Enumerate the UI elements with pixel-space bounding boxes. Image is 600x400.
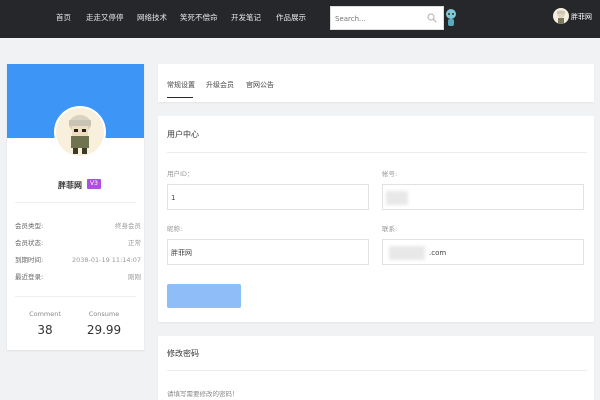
- top-user-name[interactable]: 胖菲网: [571, 12, 592, 22]
- tab-announcements[interactable]: 官网公告: [246, 80, 274, 90]
- info-value: 2038-01-19 11:14:07: [71, 256, 141, 264]
- search-icon[interactable]: [427, 13, 437, 23]
- info-row-member-type: 会员类型: 终身会员: [15, 220, 141, 232]
- redacted-value: [386, 191, 408, 205]
- nav-home[interactable]: 首页: [56, 12, 71, 24]
- info-key: 会员类型:: [15, 222, 44, 230]
- tabs-panel: 常规设置 升级会员 官网公告: [158, 64, 594, 102]
- info-key: 到期时间:: [15, 256, 44, 264]
- account-label: 帐号:: [382, 170, 398, 178]
- tab-upgrade-membership[interactable]: 升级会员: [206, 80, 234, 90]
- change-password-title: 修改密码: [167, 349, 199, 358]
- avatar-icon: [557, 10, 565, 24]
- profile-avatar: [54, 106, 106, 158]
- contact-value: .com: [429, 249, 447, 257]
- info-value: 正常: [128, 239, 141, 247]
- nav-portfolio[interactable]: 作品展示: [276, 12, 306, 24]
- uid-label: 用户ID：: [167, 170, 194, 178]
- nav-travel[interactable]: 走走又停停: [86, 12, 124, 24]
- nickname-label: 昵称:: [167, 225, 183, 233]
- avatar-icon: [69, 115, 91, 154]
- mascot-icon: [446, 9, 456, 26]
- divider: [167, 152, 587, 153]
- redacted-value: [389, 246, 425, 260]
- stat-label: Consume: [88, 310, 120, 318]
- search-box: [330, 6, 444, 30]
- nickname-field[interactable]: 胖菲网: [167, 239, 369, 265]
- divider: [167, 370, 587, 371]
- info-value: 刚刚: [128, 273, 141, 281]
- info-row-last-login: 最近登录: 刚刚: [15, 271, 141, 283]
- stat-comment: Comment 38: [15, 309, 75, 338]
- save-button[interactable]: [167, 284, 241, 308]
- info-row-member-status: 会员状态: 正常: [15, 237, 141, 249]
- nav-jokes[interactable]: 笑死不偿命: [180, 12, 218, 24]
- profile-name: 胖菲网: [58, 181, 82, 190]
- user-center-panel: 用户中心 用户ID： 1 帐号: 昵称: 胖菲网 联系: .com: [158, 116, 594, 322]
- user-avatar[interactable]: [553, 8, 569, 24]
- account-field[interactable]: [382, 184, 584, 210]
- uid-field[interactable]: 1: [167, 184, 369, 210]
- vip-badge: V3: [87, 179, 101, 189]
- password-hint: 请填写需要修改的密码！: [167, 390, 239, 398]
- stat-value: 29.99: [86, 323, 122, 337]
- contact-label: 联系:: [382, 225, 398, 233]
- contact-field[interactable]: .com: [382, 239, 584, 265]
- tab-general-settings[interactable]: 常规设置: [167, 80, 195, 90]
- top-navbar: 首页 走走又停停 网络技术 笑死不偿命 开发笔记 作品展示 胖菲网: [0, 0, 600, 38]
- info-row-expire-time: 到期时间: 2038-01-19 11:14:07: [15, 254, 141, 266]
- divider: [15, 202, 136, 203]
- search-input[interactable]: [335, 11, 423, 27]
- info-key: 会员状态:: [15, 239, 44, 247]
- nickname-value: 胖菲网: [171, 249, 192, 257]
- stat-label: Comment: [29, 310, 61, 318]
- stat-consume: Consume 29.99: [74, 309, 134, 338]
- active-tab-indicator: [167, 97, 193, 98]
- nav-network-tech[interactable]: 网络技术: [137, 12, 167, 24]
- info-value: 终身会员: [115, 222, 141, 230]
- divider: [15, 296, 136, 297]
- uid-value: 1: [171, 194, 176, 202]
- stat-value: 38: [37, 323, 53, 337]
- user-center-title: 用户中心: [167, 130, 199, 139]
- change-password-panel: 修改密码 请填写需要修改的密码！: [158, 336, 594, 400]
- nav-dev-notes[interactable]: 开发笔记: [231, 12, 261, 24]
- info-key: 最近登录:: [15, 273, 44, 281]
- profile-card: 胖菲网 V3 会员类型: 终身会员 会员状态: 正常 到期时间: 2038-01…: [7, 64, 144, 350]
